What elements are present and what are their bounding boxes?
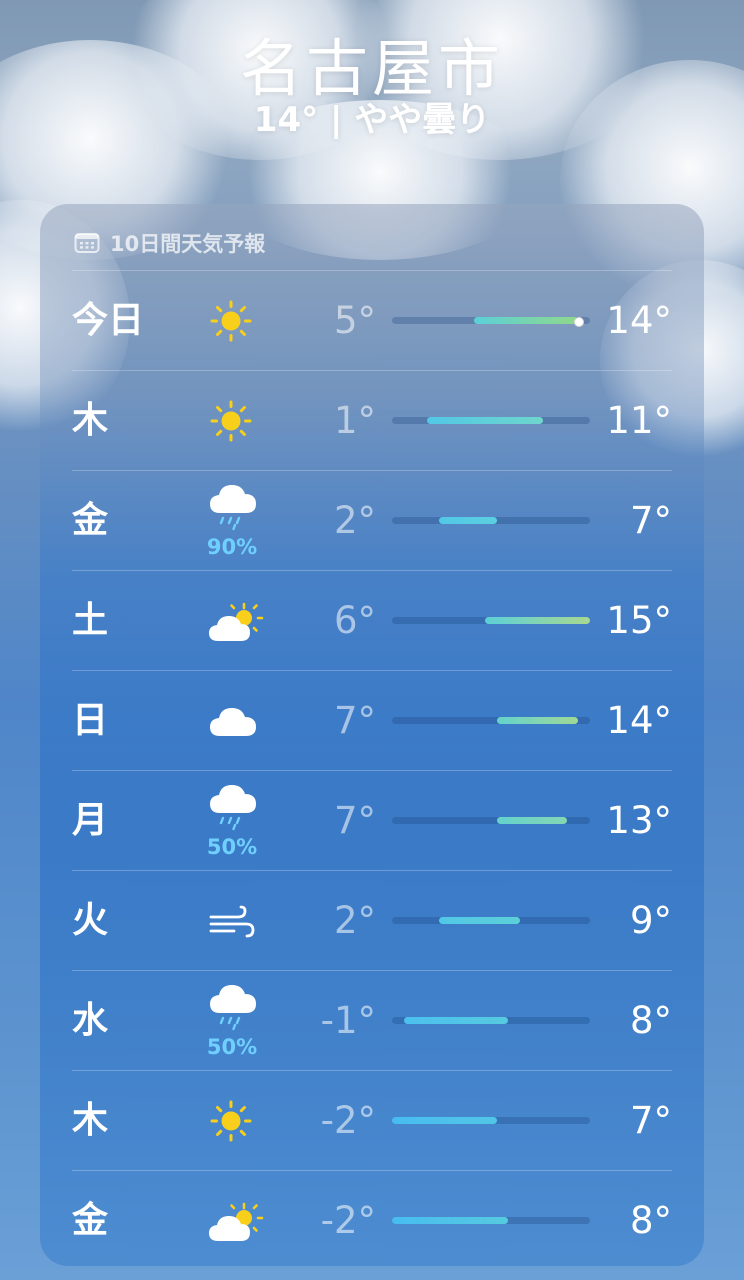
forecast-day-label: 月 xyxy=(72,800,109,841)
temperature-range-bar xyxy=(392,1117,497,1124)
low-temperature: -2° xyxy=(320,1099,376,1142)
high-temperature: 7° xyxy=(629,499,672,542)
sun-icon xyxy=(202,1071,262,1171)
forecast-row[interactable]: 土 6° 15° xyxy=(72,570,672,671)
forecast-day-label: 今日 xyxy=(72,300,145,341)
forecast-day-label: 火 xyxy=(72,900,109,941)
forecast-day-label: 日 xyxy=(72,700,109,741)
high-temperature: 13° xyxy=(606,799,672,842)
cloud-icon xyxy=(202,671,262,771)
low-temperature: 2° xyxy=(333,499,376,542)
ten-day-forecast-panel[interactable]: 10日間天気予報 今日 5° 14° 木 1° 11° 金 90% 2° 7° 土 xyxy=(40,204,704,1266)
current-conditions: 14° | やや曇り xyxy=(253,100,491,140)
high-temperature: 7° xyxy=(629,1099,672,1142)
partly-sunny-icon xyxy=(202,571,264,671)
low-temperature: -2° xyxy=(320,1199,376,1242)
forecast-row[interactable]: 木 -2° 7° xyxy=(72,1070,672,1171)
forecast-row[interactable]: 金 90% 2° 7° xyxy=(72,470,672,571)
low-temperature: 6° xyxy=(333,599,376,642)
temperature-range-bar xyxy=(426,417,544,424)
temperature-range-bar xyxy=(392,1217,509,1224)
forecast-row[interactable]: 今日 5° 14° xyxy=(72,270,672,371)
forecast-day-label: 金 xyxy=(72,500,109,541)
cloud-rain-icon: 50% xyxy=(202,771,262,871)
partly-sunny-icon xyxy=(202,1171,264,1266)
low-temperature: -1° xyxy=(320,999,376,1042)
low-temperature: 7° xyxy=(333,799,376,842)
high-temperature: 14° xyxy=(606,299,672,342)
forecast-row[interactable]: 金 -2° 8° xyxy=(72,1170,672,1266)
forecast-panel-title: 10日間天気予報 xyxy=(110,232,266,256)
wind-icon xyxy=(202,871,262,971)
forecast-row[interactable]: 日 7° 14° xyxy=(72,670,672,771)
high-temperature: 9° xyxy=(629,899,672,942)
low-temperature: 7° xyxy=(333,699,376,742)
high-temperature: 8° xyxy=(629,1199,672,1242)
low-temperature: 1° xyxy=(333,399,376,442)
calendar-icon xyxy=(74,232,100,254)
temperature-range-bar xyxy=(438,517,497,524)
forecast-day-label: 木 xyxy=(72,1100,109,1141)
forecast-row[interactable]: 火 2° 9° xyxy=(72,870,672,971)
forecast-panel-header: 10日間天気予報 xyxy=(74,230,265,256)
forecast-row[interactable]: 月 50% 7° 13° xyxy=(72,770,672,871)
low-temperature: 5° xyxy=(333,299,376,342)
forecast-row[interactable]: 木 1° 11° xyxy=(72,370,672,471)
high-temperature: 8° xyxy=(629,999,672,1042)
high-temperature: 14° xyxy=(606,699,672,742)
forecast-day-label: 金 xyxy=(72,1200,109,1241)
low-temperature: 2° xyxy=(333,899,376,942)
temperature-range-bar xyxy=(438,917,521,924)
cloud-rain-icon: 50% xyxy=(202,971,262,1071)
sun-icon xyxy=(202,371,262,471)
cloud-rain-icon: 90% xyxy=(202,471,262,571)
sun-icon xyxy=(202,271,262,371)
forecast-day-label: 水 xyxy=(72,1000,109,1041)
temperature-range-bar xyxy=(403,1017,509,1024)
forecast-day-label: 土 xyxy=(72,600,109,641)
forecast-day-label: 木 xyxy=(72,400,109,441)
high-temperature: 11° xyxy=(606,399,672,442)
high-temperature: 15° xyxy=(606,599,672,642)
forecast-row[interactable]: 水 50% -1° 8° xyxy=(72,970,672,1071)
